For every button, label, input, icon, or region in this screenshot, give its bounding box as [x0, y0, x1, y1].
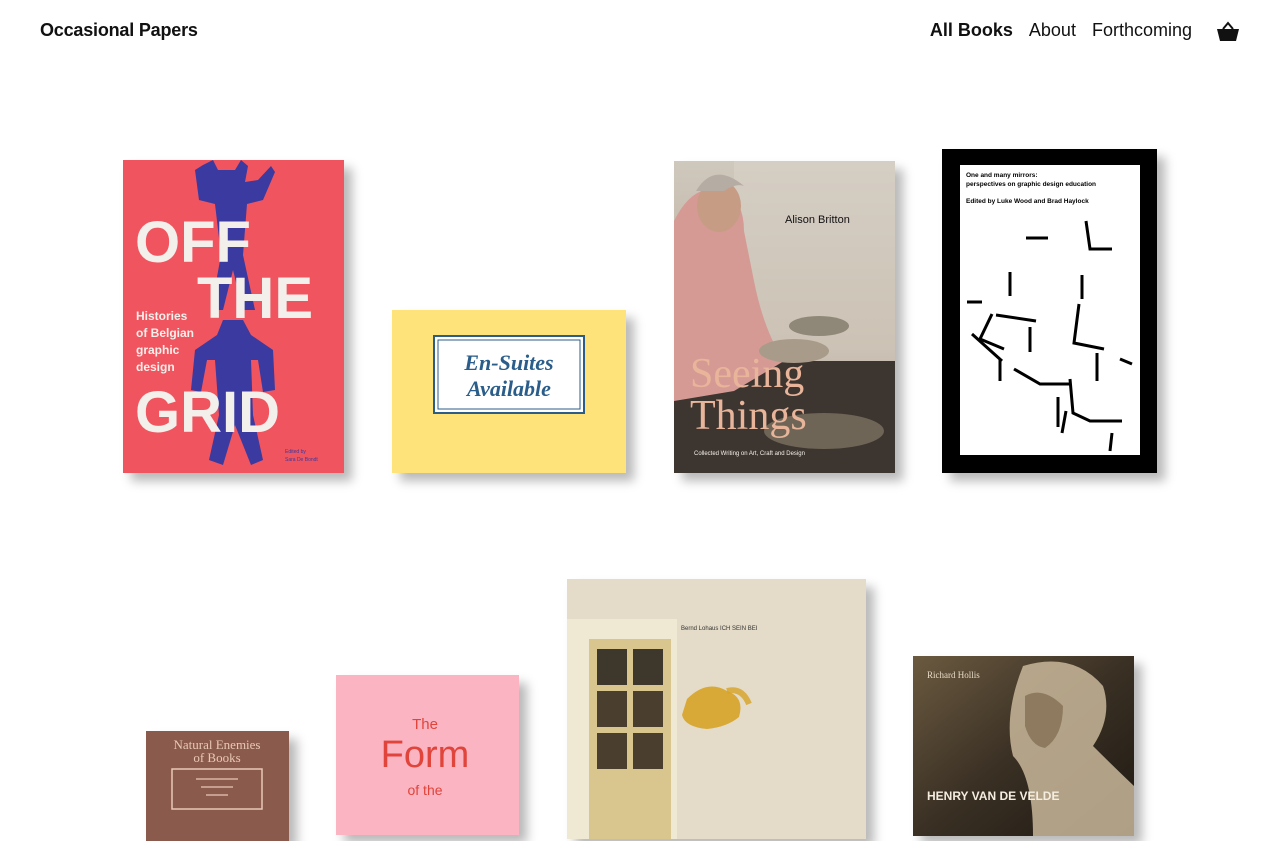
editor-line-1: Edited by — [285, 449, 306, 455]
cover-henry-van-de-velde: Richard Hollis HENRY VAN DE VELDE — [913, 656, 1134, 836]
basket-icon — [1217, 21, 1239, 41]
title-line-3: of the — [407, 782, 442, 798]
cover-one-and-many-mirrors: One and many mirrors: perspectives on gr… — [942, 149, 1157, 473]
cover-natural-enemies: Natural Enemies of Books — [146, 731, 289, 841]
book-one-and-many-mirrors[interactable]: One and many mirrors: perspectives on gr… — [942, 149, 1157, 473]
title-line-2: perspectives on graphic design education — [966, 181, 1096, 188]
nav-forthcoming[interactable]: Forthcoming — [1092, 20, 1192, 41]
subtitle: Collected Writing on Art, Craft and Desi… — [694, 451, 805, 457]
subtitle-line-2: of Belgian — [136, 326, 194, 340]
nav-all-books[interactable]: All Books — [930, 20, 1013, 41]
title: HENRY VAN DE VELDE — [927, 789, 1059, 803]
cover-off-the-grid: OFF THE GRID Histories of Belgian graphi… — [123, 160, 344, 473]
book-en-suites-available[interactable]: En-Suites Available — [392, 310, 626, 473]
title-line-2: Form — [381, 734, 470, 776]
nav-about[interactable]: About — [1029, 20, 1076, 41]
cover-bernd-lohaus: Bernd Lohaus ICH SEIN BEI — [567, 579, 866, 839]
title-line-1: The — [412, 716, 438, 733]
editors: Edited by Luke Wood and Brad Haylock — [966, 198, 1089, 205]
header-text: Bernd Lohaus ICH SEIN BEI — [681, 626, 758, 632]
subtitle-line-4: design — [136, 360, 175, 374]
site-logo-link[interactable]: Occasional Papers — [40, 20, 198, 41]
title-line-2: THE — [197, 266, 313, 331]
subtitle-line-3: graphic — [136, 343, 180, 357]
title-line-1: En-Suites — [463, 350, 553, 375]
book-the-form[interactable]: The Form of the — [336, 675, 519, 835]
cover-the-form: The Form of the — [336, 675, 519, 835]
author: Richard Hollis — [927, 670, 980, 680]
book-off-the-grid[interactable]: OFF THE GRID Histories of Belgian graphi… — [123, 160, 344, 473]
title-line-2: Available — [465, 376, 551, 401]
title-line-1: Seeing — [690, 351, 804, 397]
title-line-1: One and many mirrors: — [966, 172, 1038, 179]
cover-en-suites: En-Suites Available — [392, 310, 626, 473]
title-line-3: GRID — [135, 380, 280, 445]
book-henry-van-de-velde[interactable]: Richard Hollis HENRY VAN DE VELDE — [913, 656, 1134, 836]
title-line-2: Things — [690, 393, 807, 439]
editor-line-2: Sara De Bondt — [285, 457, 318, 463]
main-nav: All Books About Forthcoming — [930, 20, 1192, 41]
cart-button[interactable] — [1216, 20, 1240, 44]
title-line-2: of Books — [193, 750, 240, 765]
author: Alison Britton — [785, 214, 850, 226]
book-bernd-lohaus[interactable]: Bernd Lohaus ICH SEIN BEI — [567, 579, 866, 839]
book-seeing-things[interactable]: Alison Britton Seeing Things Collected W… — [674, 161, 895, 473]
site-header: Occasional Papers All Books About Forthc… — [0, 0, 1280, 64]
book-natural-enemies-of-books[interactable]: Natural Enemies of Books — [146, 731, 289, 841]
subtitle-line-1: Histories — [136, 309, 188, 323]
cover-seeing-things: Alison Britton Seeing Things Collected W… — [674, 161, 895, 473]
